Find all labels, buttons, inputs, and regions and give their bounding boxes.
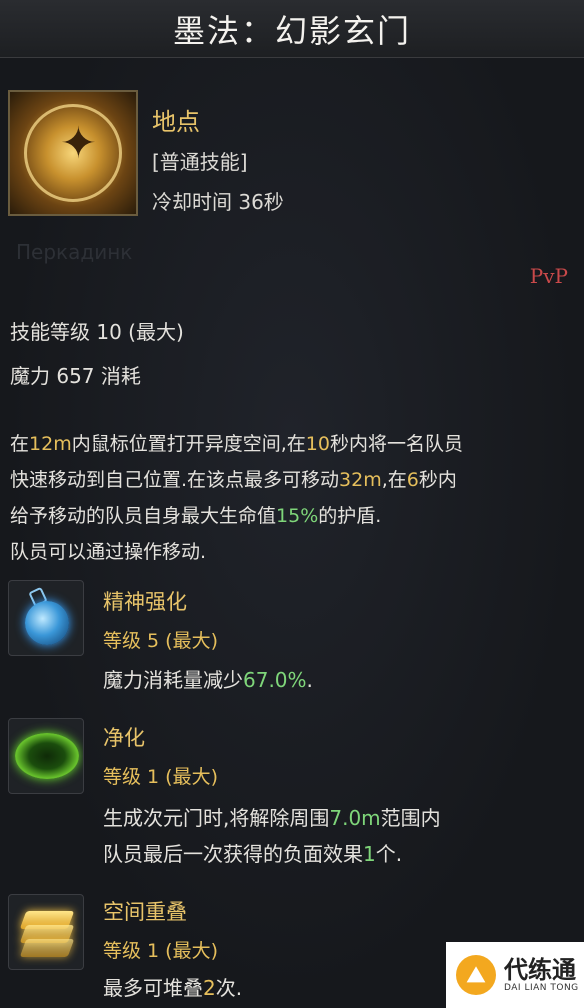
- tripod-desc-purify: 生成次元门时,将解除周围7.0m范围内 队员最后一次获得的负面效果1个.: [103, 806, 441, 866]
- faint-caption: Перкадинк: [16, 240, 133, 264]
- skill-icon: ✦: [8, 90, 138, 216]
- watermark-logo: ⛰ 代练通 DAI LIAN TONG: [446, 942, 584, 1008]
- skill-type: [普通技能]: [152, 150, 248, 174]
- description-line-3: 给予移动的队员自身最大生命值15%的护盾.: [10, 505, 382, 527]
- skill-name: 地点: [152, 108, 200, 136]
- tripod-name-purify: 净化: [103, 726, 145, 750]
- tripod-level-purify: 等级 1 (最大): [103, 766, 218, 788]
- flask-body: [25, 601, 69, 645]
- tripod-desc-spirit: 魔力消耗量减少67.0%.: [103, 668, 313, 692]
- mountain-logo-icon: ⛰: [456, 955, 496, 995]
- tripod-name-overlap: 空间重叠: [103, 900, 187, 924]
- description-line-4: 队员可以通过操作移动.: [10, 541, 207, 563]
- description-line-2: 快速移动到自己位置.在该点最多可移动32m,在6秒内: [10, 469, 457, 491]
- layer-bottom: [19, 939, 75, 957]
- tripod-desc-overlap: 最多可堆叠2次.: [103, 976, 243, 1000]
- green-circle-icon[interactable]: [8, 718, 84, 794]
- skill-cooldown: 冷却时间 36秒: [152, 190, 284, 214]
- purify-disc: [15, 733, 79, 779]
- tripod-level-spirit: 等级 5 (最大): [103, 630, 218, 652]
- mana-cost: 魔力 657 消耗: [10, 364, 141, 388]
- page-title: 墨法：幻影玄门: [172, 11, 411, 50]
- watermark-text: 代练通 DAI LIAN TONG: [504, 957, 579, 993]
- description-line-1: 在12m内鼠标位置打开异度空间,在10秒内将一名队员: [10, 433, 463, 455]
- skill-level: 技能等级 10 (最大): [10, 320, 184, 344]
- stacked-layers-icon[interactable]: [8, 894, 84, 970]
- warrior-figure-icon: ✦: [60, 118, 97, 169]
- tripod-name-spirit: 精神强化: [103, 590, 187, 614]
- tripod-level-overlap: 等级 1 (最大): [103, 940, 218, 962]
- watermark-sub: DAI LIAN TONG: [504, 983, 579, 993]
- watermark-main: 代练通: [504, 956, 576, 984]
- skill-description: 在12m内鼠标位置打开异度空间,在10秒内将一名队员 快速移动到自己位置.在该点…: [10, 426, 578, 570]
- blue-flask-icon[interactable]: [8, 580, 84, 656]
- title-bar: 墨法：幻影玄门: [0, 0, 584, 58]
- pvp-badge[interactable]: PvP: [530, 264, 568, 288]
